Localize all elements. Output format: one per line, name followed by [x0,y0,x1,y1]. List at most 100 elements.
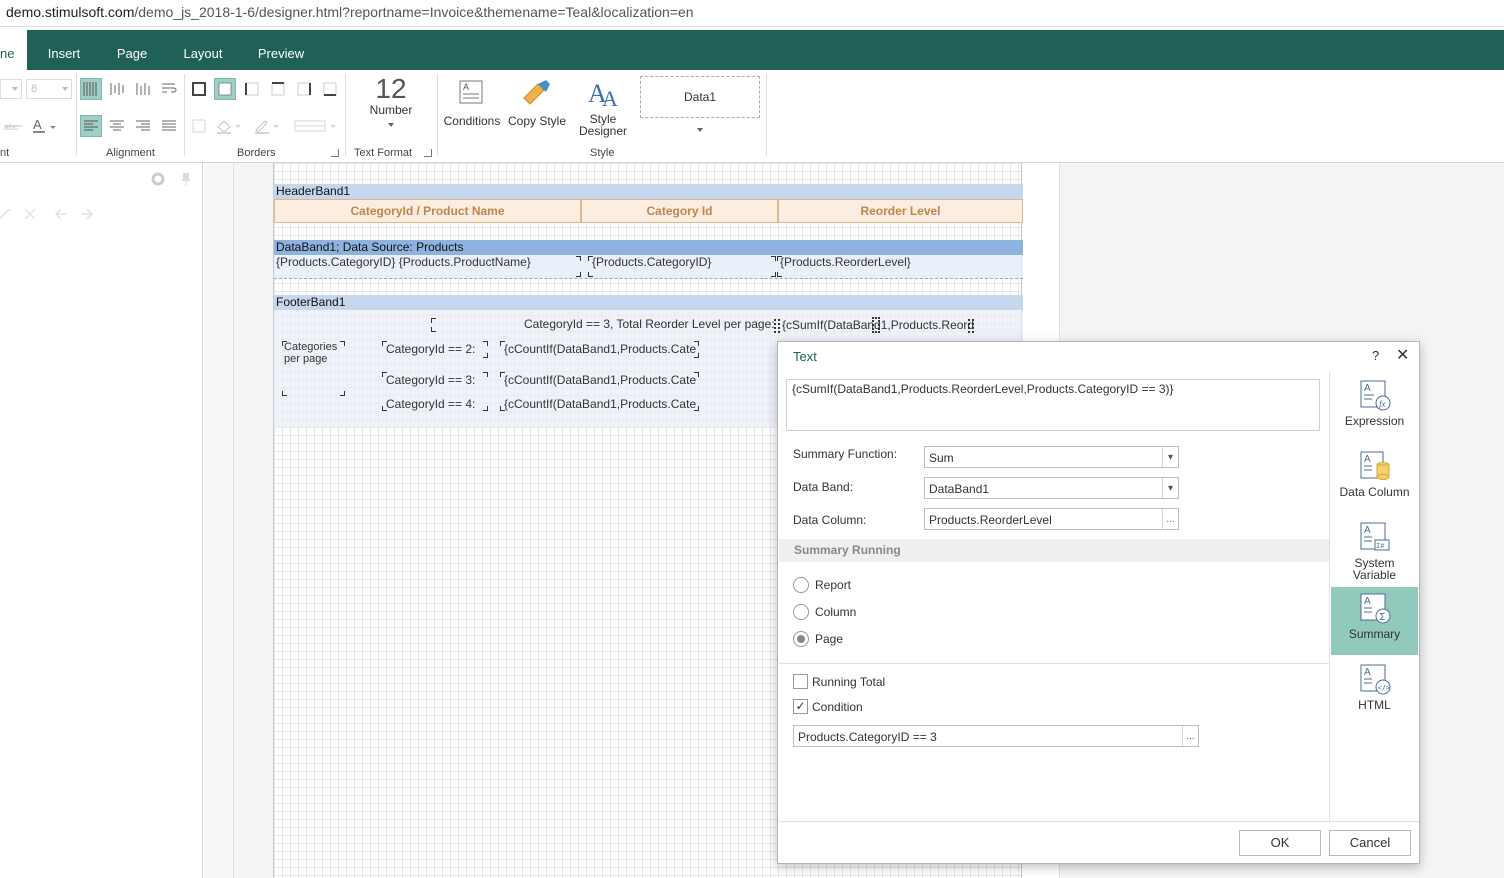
text-format-launcher-icon[interactable] [424,149,432,157]
condition-label[interactable]: Condition [812,700,863,714]
border-none-button[interactable] [214,78,236,100]
data-field-product[interactable]: {Products.CategoryID} {Products.ProductN… [276,255,531,269]
header-band-title[interactable]: HeaderBand1 [274,184,1023,199]
footer-band-title[interactable]: FooterBand1 [274,295,1023,310]
radio-column[interactable] [793,604,809,620]
count-expr-4[interactable]: {cCountIf(DataBand1,Products.Cate [504,397,699,411]
border-right-button[interactable] [293,78,315,100]
border-bottom-button[interactable] [319,78,341,100]
conditions-icon: A [459,80,483,104]
strikethrough-button[interactable]: abc [2,115,24,137]
group-separator [184,74,185,156]
ribbon-tab-bar: ne Insert Page Layout Preview [0,30,1504,70]
header-cell-reorder-level[interactable]: Reorder Level [778,199,1023,223]
tab-insert[interactable]: Insert [40,30,88,70]
resize-handle-icon[interactable] [872,317,880,333]
cond-label-2[interactable]: CategoryId == 2: [386,342,475,356]
gear-icon[interactable] [150,171,166,187]
data-field-reorder[interactable]: {Products.ReorderLevel} [780,255,911,269]
border-left-button[interactable] [241,78,263,100]
tab-page[interactable]: Page [108,30,156,70]
summary-function-select[interactable]: Sum ▾ [924,446,1179,468]
data-band-title[interactable]: DataBand1; Data Source: Products [274,240,1023,255]
summary-tab-button[interactable]: AΣ Summary [1331,587,1418,655]
shadow-button[interactable] [188,115,210,137]
align-top-button[interactable] [80,78,102,100]
align-left-button[interactable] [80,115,102,137]
style-gallery-chevron-icon[interactable] [697,128,703,132]
align-right-button[interactable] [132,115,154,137]
address-bar[interactable]: demo.stimulsoft.com/demo_js_2018-1-6/des… [0,0,1504,27]
group-separator [76,74,77,156]
running-total-checkbox[interactable] [793,674,808,689]
border-none-icon [218,82,232,96]
header-cell-product-name[interactable]: CategoryId / Product Name [274,199,581,223]
text-format-button[interactable]: 12 Number [356,74,426,130]
font-color-button[interactable]: A [30,115,58,137]
categories-label-line1[interactable]: Categories [284,341,337,353]
categories-label-line2[interactable]: per page [284,353,327,365]
tab-preview[interactable]: Preview [252,30,310,70]
word-wrap-button[interactable] [158,78,180,100]
data-band-select[interactable]: DataBand1 ▾ [924,477,1179,499]
chevron-down-icon[interactable]: ▾ [1162,447,1178,467]
url-text[interactable]: demo.stimulsoft.com/demo_js_2018-1-6/des… [6,4,694,20]
radio-column-label[interactable]: Column [815,605,856,619]
border-all-button[interactable] [188,78,210,100]
fill-color-button[interactable] [214,115,244,137]
tab-home[interactable]: ne [0,30,27,70]
border-top-button[interactable] [267,78,289,100]
cond-label-4[interactable]: CategoryId == 4: [386,397,475,411]
data-column-value: Products.ReorderLevel [929,513,1052,527]
cancel-button[interactable]: Cancel [1329,830,1411,856]
resize-handle-icon[interactable] [968,319,974,333]
font-name-combo[interactable] [0,79,22,99]
ellipsis-button[interactable]: ... [1162,509,1178,529]
copy-style-button[interactable]: Copy Style [506,78,568,127]
align-bottom-button[interactable] [132,78,154,100]
running-total-label[interactable]: Running Total [812,675,885,689]
footer-summary-label[interactable]: CategoryId == 3, Total Reorder Level per… [524,317,775,331]
radio-page[interactable] [793,631,809,647]
conditions-label: Conditions [443,114,501,128]
html-tab-button[interactable]: A </> HTML [1331,658,1418,726]
align-justify-button[interactable] [158,115,180,137]
font-size-combo[interactable]: 8 [26,79,72,99]
condition-input[interactable]: Products.CategoryID == 3 ... [793,725,1199,747]
cond-label-3[interactable]: CategoryId == 3: [386,373,475,387]
data-column-tab-button[interactable]: A Data Column [1331,445,1418,513]
data-field-category[interactable]: {Products.CategoryID} [592,255,711,269]
radio-page-label[interactable]: Page [815,632,843,646]
chevron-down-icon[interactable]: ▾ [1162,478,1178,498]
align-center-button[interactable] [106,115,128,137]
system-variable-tab-button[interactable]: A I# System Variable [1331,516,1418,584]
condition-checkbox[interactable]: ✓ [793,699,808,714]
ok-button[interactable]: OK [1239,830,1321,856]
style-designer-button[interactable]: AA Style Designer [574,76,632,137]
resize-handle-icon[interactable] [774,319,780,333]
close-icon[interactable]: ✕ [1396,345,1409,365]
align-middle-button[interactable] [106,78,128,100]
svg-text:A: A [463,82,469,92]
border-style-button[interactable] [292,115,338,137]
radio-report[interactable] [793,577,809,593]
tab-layout[interactable]: Layout [176,30,230,70]
ellipsis-button[interactable]: ... [1182,726,1198,746]
header-cell-category-id[interactable]: Category Id [581,199,778,223]
help-icon[interactable]: ? [1372,348,1379,363]
style-gallery-item[interactable]: Data1 [640,76,760,118]
expression-tab-button[interactable]: Afx Expression [1331,374,1418,442]
expression-textarea[interactable]: {cSumIf(DataBand1,Products.ReorderLevel,… [786,379,1320,431]
radio-report-label[interactable]: Report [815,578,851,592]
data-column-input[interactable]: Products.ReorderLevel ... [924,508,1179,530]
count-expr-3[interactable]: {cCountIf(DataBand1,Products.Cate [504,373,699,387]
dialog-divider [779,663,1329,664]
group-separator [345,74,346,156]
conditions-button[interactable]: A Conditions [443,78,501,127]
border-color-button[interactable] [252,115,282,137]
borders-launcher-icon[interactable] [331,149,339,157]
summary-sigma-icon: AΣ [1360,593,1390,624]
selection-corner [483,353,488,358]
pin-icon[interactable] [179,171,193,187]
count-expr-2[interactable]: {cCountIf(DataBand1,Products.Cate [504,342,699,356]
